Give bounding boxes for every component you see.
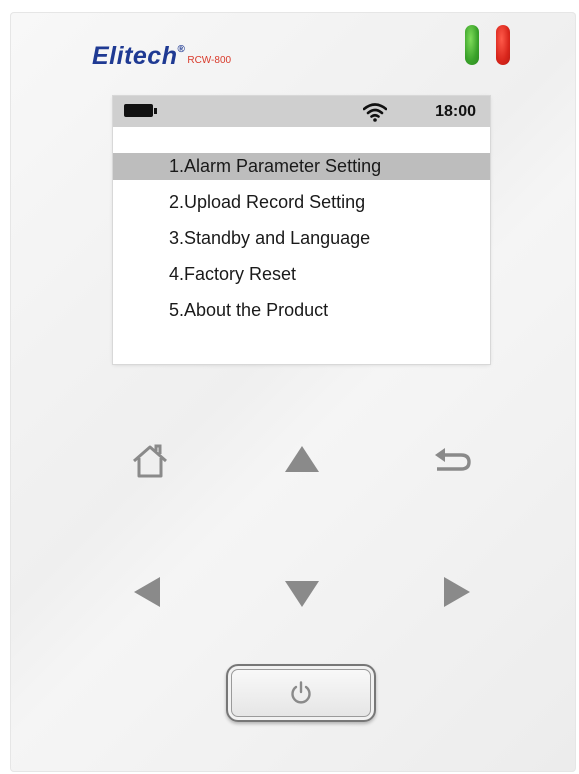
- menu-item-alarm-parameter-setting[interactable]: 1.Alarm Parameter Setting: [113, 153, 490, 180]
- status-bar: 18:00: [113, 96, 490, 127]
- menu-item-standby-and-language[interactable]: 3.Standby and Language: [113, 225, 490, 252]
- back-button[interactable]: [426, 432, 480, 486]
- down-button[interactable]: [275, 567, 329, 621]
- back-icon: [435, 448, 471, 471]
- red-led-indicator: [496, 25, 510, 65]
- settings-menu: 1.Alarm Parameter Setting 2.Upload Recor…: [113, 153, 490, 333]
- power-button[interactable]: [226, 664, 376, 722]
- model-number: RCW-800: [187, 55, 232, 66]
- power-icon: [291, 681, 311, 704]
- menu-item-factory-reset[interactable]: 4.Factory Reset: [113, 261, 490, 288]
- lcd-screen: 18:00 1.Alarm Parameter Setting 2.Upload…: [113, 96, 490, 364]
- arrow-down-icon: [285, 581, 319, 607]
- green-led-indicator: [465, 25, 479, 65]
- arrow-up-icon: [285, 446, 319, 472]
- menu-item-about-the-product[interactable]: 5.About the Product: [113, 297, 490, 324]
- home-button[interactable]: [123, 434, 177, 488]
- up-button[interactable]: [275, 432, 329, 486]
- wifi-icon: [363, 103, 387, 122]
- home-icon: [133, 444, 167, 478]
- menu-item-upload-record-setting[interactable]: 2.Upload Record Setting: [113, 189, 490, 216]
- registered-mark: ®: [177, 44, 186, 55]
- left-button[interactable]: [120, 565, 174, 619]
- brand-logo: Elitech ® RCW-800: [92, 42, 231, 71]
- battery-full-icon: [124, 104, 157, 117]
- arrow-left-icon: [134, 577, 160, 607]
- clock-time: 18:00: [435, 103, 476, 120]
- arrow-right-icon: [444, 577, 470, 607]
- brand-name: Elitech: [92, 42, 178, 70]
- right-button[interactable]: [430, 565, 484, 619]
